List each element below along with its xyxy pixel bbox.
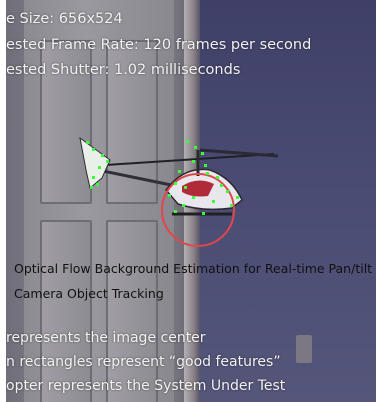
feature-point bbox=[212, 200, 215, 203]
rotor-blade bbox=[199, 148, 279, 158]
feature-point bbox=[168, 194, 171, 197]
frame-size-text: e Size: 656x524 bbox=[6, 11, 123, 27]
feature-point bbox=[174, 210, 177, 213]
feature-point bbox=[186, 140, 189, 143]
rotor-blade bbox=[105, 153, 275, 166]
feature-point bbox=[220, 184, 223, 187]
feature-point bbox=[216, 176, 219, 179]
feature-point bbox=[96, 183, 99, 186]
legend-line2: n rectangles represent “good features” bbox=[6, 354, 281, 370]
feature-point bbox=[194, 146, 197, 149]
feature-point bbox=[201, 152, 204, 155]
tail-fin bbox=[79, 136, 111, 189]
feature-point bbox=[184, 186, 187, 189]
feature-point bbox=[86, 141, 89, 144]
caption-title-line2: Camera Object Tracking bbox=[14, 286, 164, 301]
feature-point bbox=[206, 172, 209, 175]
feature-point bbox=[92, 176, 95, 179]
feature-point bbox=[106, 160, 109, 163]
legend-line1: represents the image center bbox=[6, 330, 206, 346]
feature-point bbox=[90, 186, 93, 189]
video-frame: e Size: 656x524 ested Frame Rate: 120 fr… bbox=[6, 0, 376, 402]
caption-title-line1: Optical Flow Background Estimation for R… bbox=[14, 261, 373, 276]
feature-point bbox=[92, 148, 95, 151]
feature-point bbox=[192, 160, 195, 163]
feature-point bbox=[204, 164, 207, 167]
feature-point bbox=[226, 190, 229, 193]
shutter-text: ested Shutter: 1.02 milliseconds bbox=[6, 62, 241, 78]
feature-point bbox=[98, 166, 101, 169]
legend-line3: opter represents the System Under Test bbox=[6, 378, 286, 394]
feature-point bbox=[178, 170, 181, 173]
frame-rate-text: ested Frame Rate: 120 frames per second bbox=[6, 37, 312, 53]
feature-point bbox=[182, 204, 185, 207]
feature-point bbox=[101, 154, 104, 157]
feature-point bbox=[202, 212, 205, 215]
feature-point bbox=[236, 196, 239, 199]
feature-point bbox=[230, 204, 233, 207]
tail-boom bbox=[97, 168, 177, 188]
feature-point bbox=[174, 182, 177, 185]
feature-point bbox=[192, 196, 195, 199]
